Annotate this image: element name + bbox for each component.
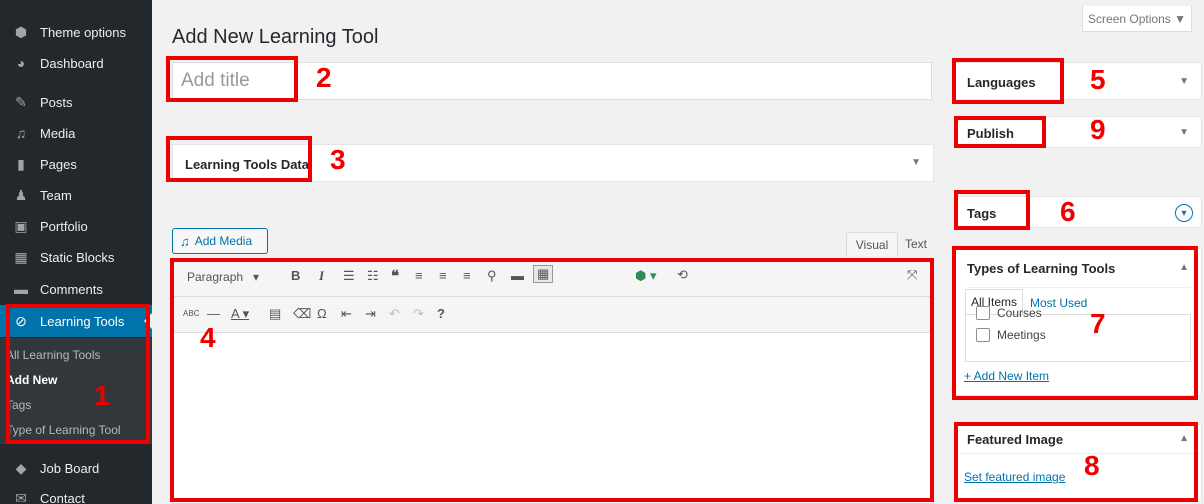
hexagon-icon: ⬢	[14, 23, 28, 40]
pages-icon: ▮	[17, 155, 25, 172]
menu-theme-options[interactable]: ⬢ Theme options	[0, 16, 152, 48]
annotation-number-1: 1	[94, 380, 110, 411]
menu-comments[interactable]: ▬ Comments	[0, 273, 152, 305]
screen-options-button[interactable]: Screen Options ▼	[1082, 6, 1192, 32]
annotation-box-5	[952, 58, 1064, 104]
caret-down-icon[interactable]: ▼	[1179, 127, 1189, 138]
annotation-number-2: 2	[316, 62, 332, 93]
annotation-number-8: 8	[1084, 450, 1100, 481]
menu-portfolio[interactable]: ▣ Portfolio	[0, 210, 152, 242]
caret-down-icon[interactable]: ▼	[911, 157, 921, 168]
annotation-box-9	[954, 116, 1046, 148]
annotation-box-7	[952, 246, 1198, 400]
caret-down-icon[interactable]: ▼	[1179, 76, 1189, 87]
people-icon: ♟	[14, 186, 28, 203]
annotation-box-3	[166, 136, 312, 182]
media-icon: ♫	[180, 233, 190, 249]
annotation-number-9: 9	[1090, 114, 1106, 145]
dashboard-icon: ◕	[16, 55, 26, 71]
menu-job-board[interactable]: ◆ Job Board	[0, 452, 152, 484]
annotation-number-4: 4	[200, 322, 216, 353]
page-title: Add New Learning Tool	[172, 26, 379, 48]
annotation-box-8	[954, 422, 1198, 502]
menu-dashboard[interactable]: ◕ Dashboard	[0, 47, 152, 79]
tab-visual[interactable]: Visual	[846, 232, 898, 256]
annotation-box-6	[954, 190, 1030, 230]
media-icon: ♫	[15, 125, 27, 141]
portfolio-icon: ▣	[14, 217, 28, 234]
annotation-box-4	[170, 258, 934, 502]
tag-icon: ◆	[15, 459, 27, 476]
annotation-box-1	[6, 304, 150, 444]
menu-posts[interactable]: ✎ Posts	[0, 86, 152, 118]
add-media-button[interactable]: ♫ Add Media	[172, 228, 268, 254]
annotation-number-3: 3	[330, 144, 346, 175]
blocks-icon: ▦	[14, 248, 28, 265]
menu-contact[interactable]: ✉ Contact	[0, 482, 152, 504]
annotation-number-5: 5	[1090, 64, 1106, 95]
menu-team[interactable]: ♟ Team	[0, 179, 152, 211]
comment-icon: ▬	[14, 281, 28, 297]
annotation-number-7: 7	[1090, 308, 1106, 339]
tab-text[interactable]: Text	[900, 232, 932, 256]
menu-static-blocks[interactable]: ▦ Static Blocks	[0, 241, 152, 273]
pin-icon: ✎	[15, 93, 27, 110]
envelope-icon: ✉	[15, 489, 27, 504]
annotation-box-2	[166, 56, 298, 102]
expand-circle-icon[interactable]: ▾	[1175, 204, 1193, 222]
menu-media[interactable]: ♫ Media	[0, 117, 152, 149]
menu-pages[interactable]: ▮ Pages	[0, 148, 152, 180]
annotation-number-6: 6	[1060, 196, 1076, 227]
